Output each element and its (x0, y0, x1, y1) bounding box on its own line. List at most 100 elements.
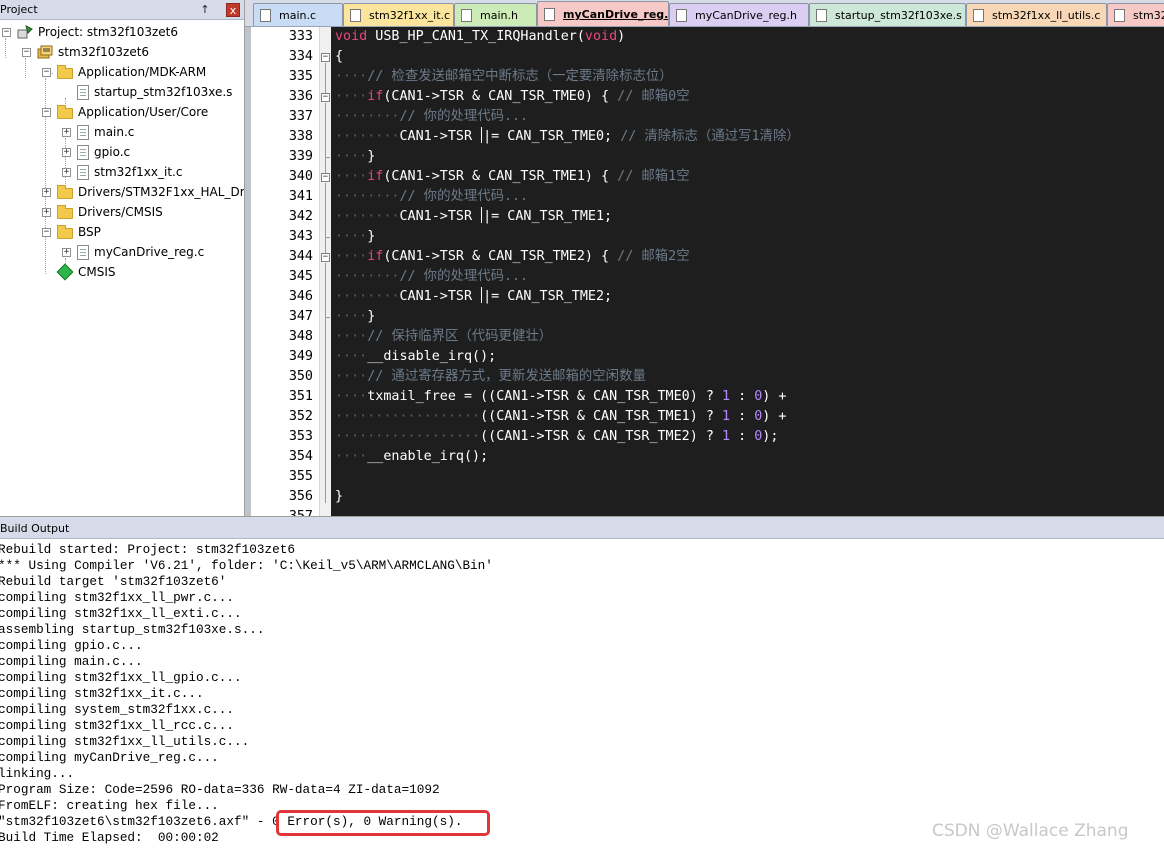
code-line-341: ········// 你的处理代码... (335, 189, 529, 204)
expand-icon[interactable]: + (42, 207, 51, 217)
tab-stm32f1xx-it-c[interactable]: stm32f1xx_it.c (343, 3, 454, 26)
build-output-line: compiling stm32f1xx_ll_gpio.c... (0, 670, 242, 685)
component-diamond-icon (56, 263, 74, 281)
build-output-titlebar: Build Output (0, 517, 1164, 539)
document-icon (816, 9, 827, 22)
fold-toggle-icon[interactable]: − (321, 173, 330, 182)
line-number: 353 (288, 429, 313, 444)
collapse-icon[interactable]: − (42, 107, 51, 117)
tree-group-bsp[interactable]: − BSP (42, 222, 101, 242)
expand-icon[interactable]: + (42, 187, 51, 197)
target-icon (37, 45, 53, 59)
folder-icon (57, 204, 73, 219)
collapse-icon[interactable]: − (22, 47, 31, 57)
fold-toggle-icon[interactable]: − (321, 253, 330, 262)
build-output-line: compiling stm32f1xx_ll_exti.c... (0, 606, 242, 621)
folder-icon (57, 224, 73, 239)
fold-toggle-icon[interactable]: − (321, 53, 330, 62)
cmsis-label: CMSIS (78, 265, 116, 279)
tree-group-hal-driver[interactable]: + Drivers/STM32F1xx_HAL_Driver (42, 182, 245, 202)
tree-target[interactable]: − stm32f103zet6 (22, 42, 149, 62)
expand-icon[interactable]: + (62, 247, 71, 257)
tree-group-cmsis-driver[interactable]: + Drivers/CMSIS (42, 202, 163, 222)
group-label: Drivers/CMSIS (78, 205, 163, 219)
close-icon[interactable]: x (226, 2, 240, 17)
line-number: 340 (288, 169, 313, 184)
tree-project-root[interactable]: − Project: stm32f103zet6 (2, 22, 178, 42)
code-line-334: { (335, 49, 344, 64)
expand-icon[interactable]: + (62, 127, 71, 137)
file-icon (77, 124, 89, 140)
tab-main-h[interactable]: main.h (454, 3, 537, 26)
document-icon (260, 9, 271, 22)
tree-file-gpio[interactable]: + gpio.c (62, 142, 130, 162)
line-number: 351 (288, 389, 313, 404)
line-number: 348 (288, 329, 313, 344)
line-number: 354 (288, 449, 313, 464)
group-label: Application/MDK-ARM (78, 65, 207, 79)
expand-icon[interactable]: + (62, 147, 71, 157)
build-output-line: compiling stm32f1xx_it.c... (0, 686, 204, 701)
tree-group-user-core[interactable]: − Application/User/Core (42, 102, 208, 122)
text-cursor (481, 127, 483, 143)
code-line-335: ····// 检查发送邮箱空中断标志（一定要清除标志位） (335, 69, 673, 84)
code-line-340: ····if(CAN1->TSR & CAN_TSR_TME1) { // 邮箱… (335, 169, 690, 184)
line-number: 338 (288, 129, 313, 144)
code-line-336: ····if(CAN1->TSR & CAN_TSR_TME0) { // 邮箱… (335, 89, 690, 104)
line-number: 347 (288, 309, 313, 324)
line-number: 341 (288, 189, 313, 204)
code-editor[interactable]: − − − − void USB_HP_CAN1_TX_IRQHandler(v… (245, 27, 1164, 516)
watermark: CSDN @Wallace Zhang (932, 821, 1129, 841)
build-output-title: Build Output (0, 522, 70, 535)
tree-cmsis-component[interactable]: CMSIS (42, 262, 116, 282)
build-output-line: compiling system_stm32f1xx.c... (0, 702, 235, 717)
folder-icon (57, 184, 73, 199)
build-output-line: Program Size: Code=2596 RO-data=336 RW-d… (0, 782, 440, 797)
build-output-line: Build Time Elapsed: 00:00:02 (0, 830, 219, 845)
line-number: 357 (251, 507, 317, 516)
tab-startup-s[interactable]: startup_stm32f103xe.s (809, 3, 966, 26)
collapse-icon[interactable]: − (42, 227, 51, 237)
build-output-line: compiling main.c... (0, 654, 143, 669)
target-label: stm32f103zet6 (58, 45, 150, 59)
code-area[interactable]: void USB_HP_CAN1_TX_IRQHandler(void) { ·… (335, 27, 1164, 516)
code-line-337: ········// 你的处理代码... (335, 109, 529, 124)
build-output-line: FromELF: creating hex file... (0, 798, 219, 813)
tree-file-startup[interactable]: startup_stm32f103xe.s (62, 82, 232, 102)
document-icon (350, 9, 361, 22)
tab-ll-utils-c[interactable]: stm32f1xx_ll_utils.c (966, 3, 1107, 26)
fold-toggle-icon[interactable]: − (321, 93, 330, 102)
file-icon (77, 244, 89, 260)
build-output-line: Rebuild target 'stm32f103zet6' (0, 574, 227, 589)
document-icon (973, 9, 984, 22)
build-output-line: Rebuild started: Project: stm32f103zet6 (0, 542, 295, 557)
tab-mycandrive-reg-c[interactable]: myCanDrive_reg.c (537, 1, 669, 26)
file-label: myCanDrive_reg.c (94, 245, 205, 259)
collapse-icon[interactable]: − (2, 27, 11, 37)
text-cursor (481, 287, 483, 303)
line-number: 355 (288, 469, 313, 484)
code-line-348: ····// 保持临界区（代码更健壮） (335, 329, 553, 344)
document-icon (544, 8, 555, 21)
code-line-345: ········// 你的处理代码... (335, 269, 529, 284)
tab-main-c[interactable]: main.c (253, 3, 343, 26)
tree-file-mycandrive[interactable]: + myCanDrive_reg.c (62, 242, 204, 262)
group-label: Drivers/STM32F1xx_HAL_Driver (78, 185, 245, 199)
tab-mycandrive-reg-h[interactable]: myCanDrive_reg.h (669, 3, 809, 26)
tree-file-it[interactable]: + stm32f1xx_it.c (62, 162, 182, 182)
file-label: startup_stm32f103xe.s (94, 85, 233, 99)
project-icon (17, 25, 33, 39)
document-icon (676, 9, 687, 22)
code-line-349: ····__disable_irq(); (335, 349, 497, 364)
collapse-icon[interactable]: − (42, 67, 51, 77)
pin-icon[interactable]: ↑ (198, 3, 212, 16)
tab-stm32-overflow[interactable]: stm32 (1107, 3, 1164, 26)
document-icon (461, 9, 472, 22)
tree-group-mdk-arm[interactable]: − Application/MDK-ARM (42, 62, 206, 82)
expand-icon[interactable]: + (62, 167, 71, 177)
line-number: 352 (288, 409, 313, 424)
build-output-panel[interactable]: Build Output Rebuild started: Project: s… (0, 516, 1164, 850)
code-line-338: ········CAN1->TSR |= CAN_TSR_TME0; // 清除… (335, 127, 800, 144)
line-number: 342 (288, 209, 313, 224)
tree-file-main[interactable]: + main.c (62, 122, 134, 142)
